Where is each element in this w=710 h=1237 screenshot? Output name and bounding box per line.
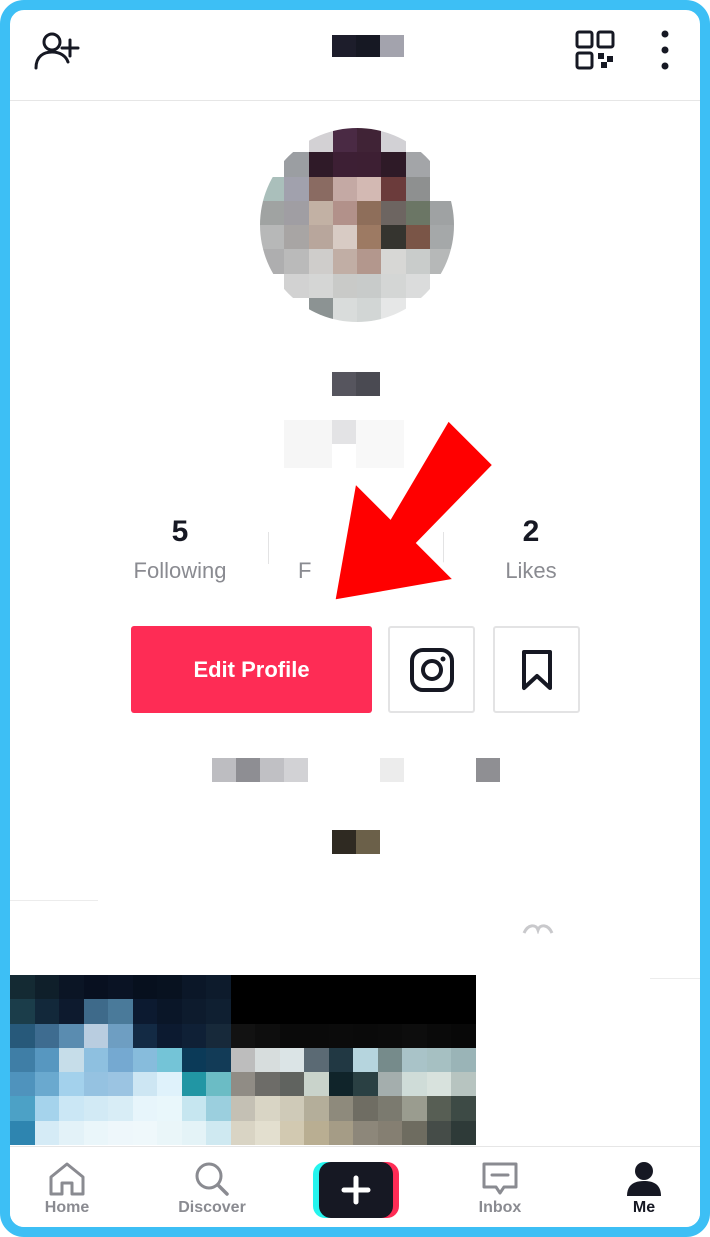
video-thumbnail-grid[interactable]	[10, 975, 476, 1145]
nav-me[interactable]: Me	[589, 1147, 699, 1227]
tab-divider	[650, 978, 700, 979]
instagram-button[interactable]	[388, 626, 475, 713]
profile-header	[10, 10, 700, 101]
person-plus-icon[interactable]	[32, 30, 82, 70]
search-icon	[195, 1162, 229, 1196]
bio-redacted	[380, 758, 404, 782]
nav-inbox-label: Inbox	[478, 1199, 522, 1216]
nav-discover-label: Discover	[178, 1199, 246, 1216]
profile-icon	[627, 1162, 661, 1196]
avatar[interactable]	[260, 128, 454, 322]
edit-profile-button[interactable]: Edit Profile	[131, 626, 372, 713]
favorites-button[interactable]	[493, 626, 580, 713]
display-name-redacted	[332, 372, 380, 396]
home-icon	[49, 1162, 85, 1196]
nav-home-label: Home	[44, 1199, 90, 1216]
tab-divider	[10, 900, 98, 901]
create-video-button[interactable]	[313, 1162, 399, 1218]
nav-home[interactable]: Home	[12, 1147, 122, 1227]
phone-frame: 5 Following F 2 Likes Edit Profile Home …	[0, 0, 710, 1237]
tab-marker-icon	[522, 924, 554, 934]
annotation-arrow-icon	[328, 412, 501, 607]
stat-divider	[268, 532, 269, 564]
nav-discover[interactable]: Discover	[157, 1147, 267, 1227]
qr-code-icon[interactable]	[575, 30, 615, 70]
bio-redacted	[476, 758, 500, 782]
header-divider	[10, 100, 700, 101]
nav-me-label: Me	[632, 1199, 656, 1216]
bookmark-icon	[521, 649, 552, 690]
following-count[interactable]: 5	[130, 515, 230, 549]
link-redacted	[332, 830, 380, 854]
inbox-icon	[482, 1162, 518, 1195]
bio-redacted	[212, 758, 308, 782]
username-title-redacted	[332, 35, 404, 57]
vertical-ellipsis-icon[interactable]	[655, 28, 675, 72]
following-label[interactable]: Following	[120, 558, 240, 584]
instagram-icon	[409, 647, 454, 692]
nav-inbox[interactable]: Inbox	[445, 1147, 555, 1227]
